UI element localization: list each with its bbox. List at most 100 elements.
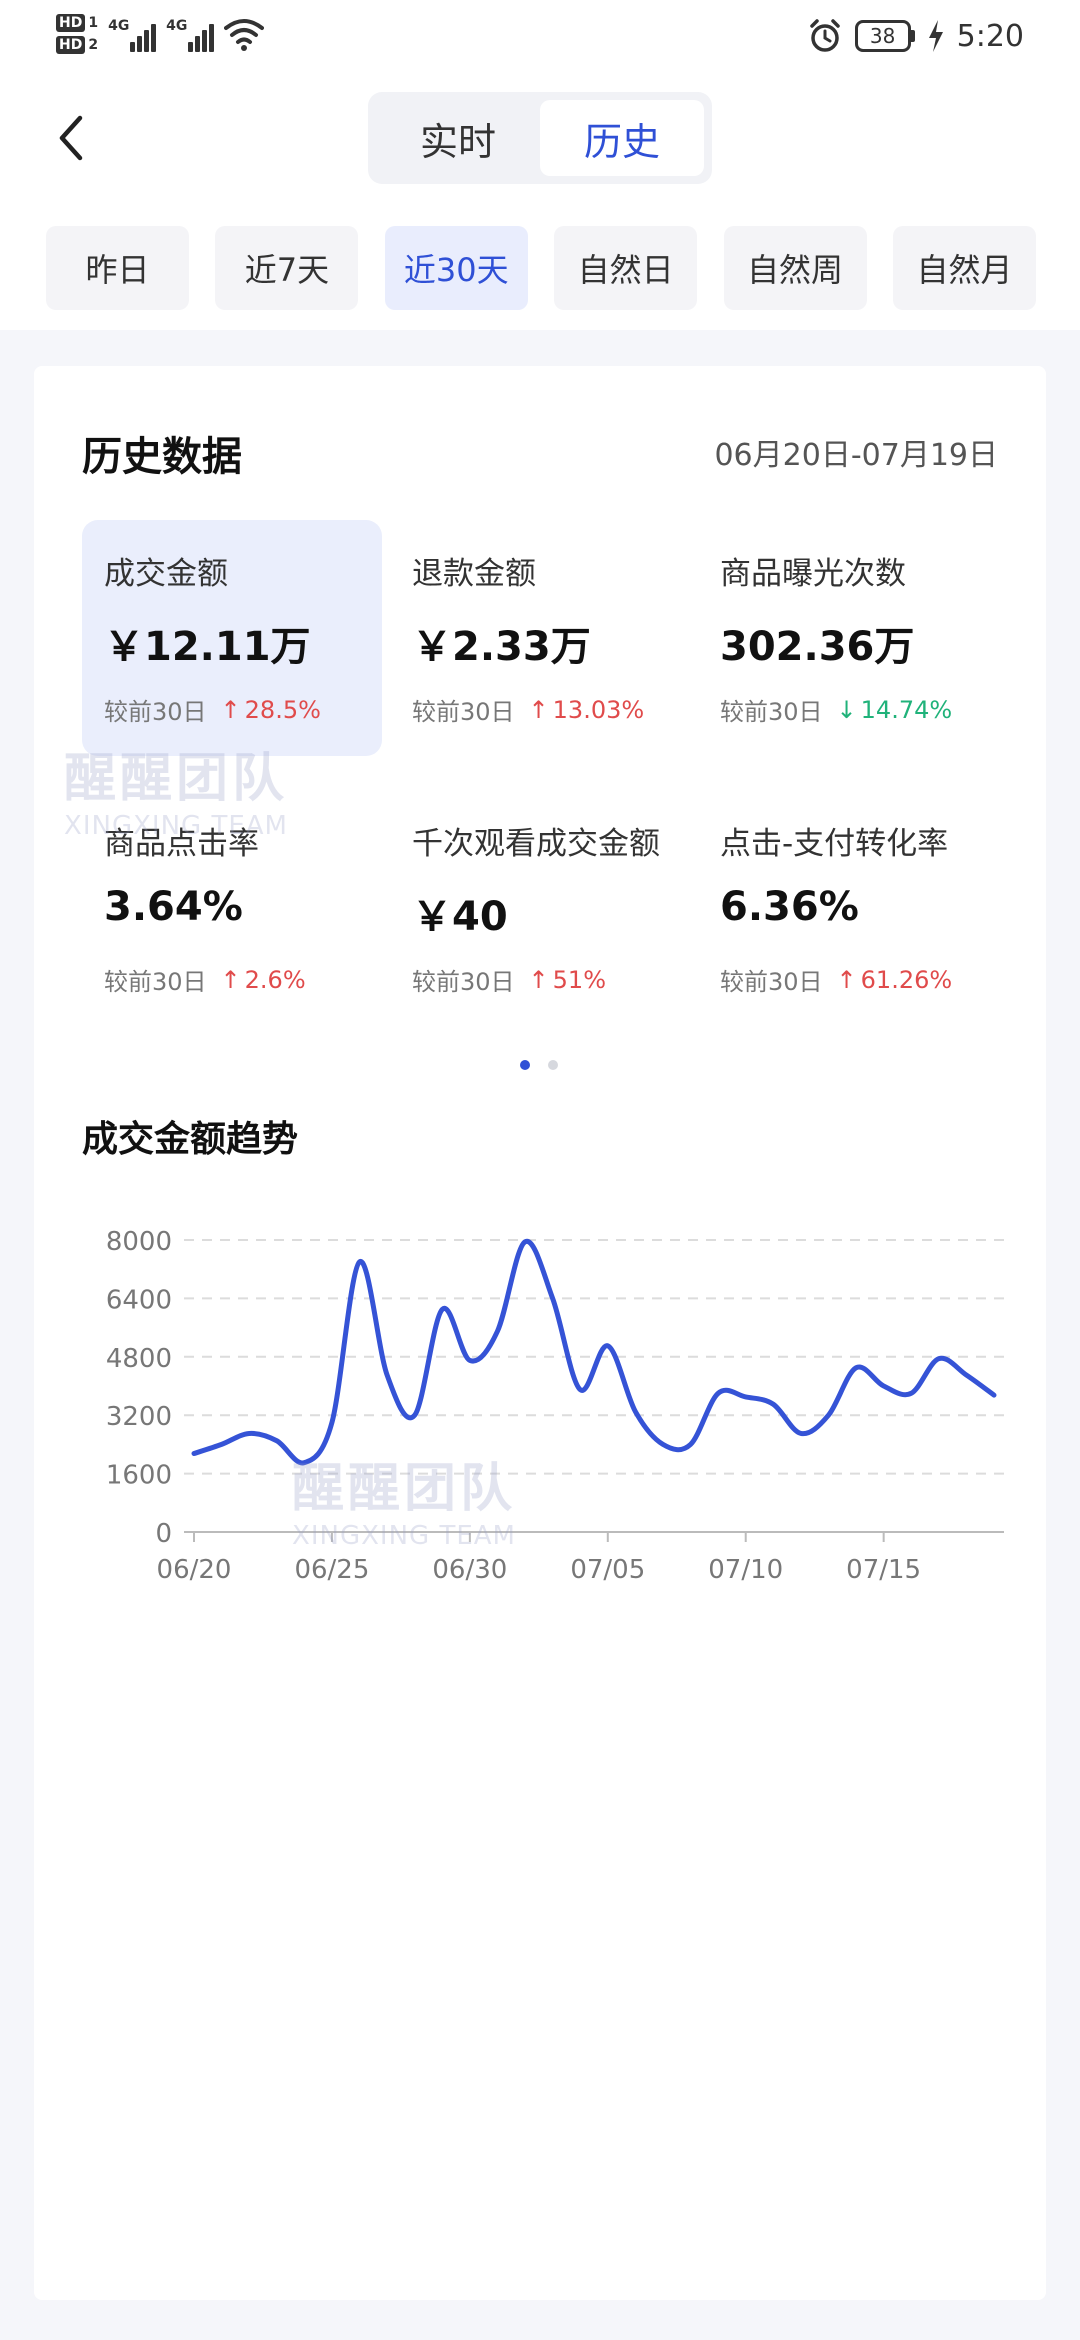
change-percent: 51% xyxy=(552,965,606,994)
y-tick-label: 0 xyxy=(155,1519,172,1549)
data-point xyxy=(852,1364,860,1372)
metric-value: ￥40 xyxy=(412,894,508,940)
status-right: 38 5:20 xyxy=(807,18,1024,54)
range-natural-week[interactable]: 自然周 xyxy=(723,226,867,310)
range-filter-bar: 昨日 近7天 近30天 自然日 自然周 自然月 xyxy=(46,226,1036,310)
x-tick-label: 06/20 xyxy=(157,1555,232,1585)
data-point xyxy=(411,1411,419,1419)
metric-label: 成交金额 xyxy=(104,556,228,592)
x-tick-label: 06/25 xyxy=(294,1555,369,1585)
data-point xyxy=(549,1294,557,1302)
change-percent: 28.5% xyxy=(244,695,321,724)
metric-label: 退款金额 xyxy=(412,556,536,592)
y-tick-label: 6400 xyxy=(106,1285,172,1315)
metric-label: 商品曝光次数 xyxy=(720,556,906,592)
data-point xyxy=(383,1371,391,1379)
change-percent: 14.74% xyxy=(860,695,953,724)
metric-gpm[interactable]: 千次观看成交金额 ￥40 较前30日 ↑ 51% xyxy=(390,790,690,1026)
trend-line-chart: 0 1600 3200 4800 6400 8000 06/20 06/25 06/30 07/0… xyxy=(106,1227,1004,1585)
signal-icon: 4G xyxy=(166,16,215,52)
x-tick-label: 07/10 xyxy=(708,1555,783,1585)
status-left: HD 1 HD 2 4G 4G xyxy=(56,14,265,54)
status-bar: HD 1 HD 2 4G 4G 38 5:20 xyxy=(0,0,1080,80)
metric-label: 点击-支付转化率 xyxy=(720,826,949,862)
hd-number: 1 xyxy=(88,15,99,31)
metric-value: 302.36万 xyxy=(720,624,915,670)
metric-value: 6.36% xyxy=(720,884,859,930)
compare-base: 较前30日 xyxy=(104,698,207,726)
data-point xyxy=(962,1371,970,1379)
alarm-icon xyxy=(809,19,840,52)
y-tick-label: 4800 xyxy=(106,1344,172,1374)
metric-value: ￥2.33万 xyxy=(412,624,591,670)
hd-indicator-2: HD 2 xyxy=(56,36,98,54)
range-natural-day[interactable]: 自然日 xyxy=(554,226,698,310)
x-tick-label: 07/05 xyxy=(570,1555,645,1585)
pager-dot[interactable] xyxy=(548,1060,558,1070)
network-type: 4G xyxy=(108,18,130,34)
back-button[interactable] xyxy=(50,110,90,166)
clock-time: 5:20 xyxy=(956,18,1024,54)
metric-compare: 较前30日 ↑ 13.03% xyxy=(412,692,644,727)
trend-title: 成交金额趋势 xyxy=(82,1119,299,1160)
data-point xyxy=(824,1411,832,1419)
data-point xyxy=(631,1408,639,1416)
metric-compare: 较前30日 ↑ 61.26% xyxy=(720,962,952,997)
date-range: 06月20日-07月19日 xyxy=(714,438,998,473)
section-title: 历史数据 xyxy=(82,434,242,480)
metric-value: ￥12.11万 xyxy=(104,624,311,670)
data-point xyxy=(604,1342,612,1350)
range-natural-month[interactable]: 自然月 xyxy=(892,226,1036,310)
data-point xyxy=(328,1419,336,1427)
metric-label: 商品点击率 xyxy=(104,826,259,862)
arrow-up-icon: ↑ xyxy=(220,965,241,994)
metric-compare: 较前30日 ↑ 28.5% xyxy=(104,692,321,727)
hd-number: 2 xyxy=(88,37,99,53)
range-7-days[interactable]: 近7天 xyxy=(215,226,359,310)
range-yesterday[interactable]: 昨日 xyxy=(46,226,189,310)
metric-compare: 较前30日 ↑ 2.6% xyxy=(104,962,306,997)
metric-impressions[interactable]: 商品曝光次数 302.36万 较前30日 ↓ 14.74% xyxy=(698,520,998,756)
series-line xyxy=(191,1239,997,1466)
chevron-left-icon xyxy=(59,115,83,161)
tab-history[interactable]: 历史 xyxy=(540,100,704,176)
data-point xyxy=(466,1356,474,1364)
arrow-up-icon: ↑ xyxy=(528,965,549,994)
tab-realtime[interactable]: 实时 xyxy=(376,100,540,176)
signal-icon: 4G xyxy=(108,16,157,52)
arrow-up-icon: ↑ xyxy=(528,695,549,724)
data-point xyxy=(990,1391,998,1399)
x-tick-label: 06/30 xyxy=(432,1555,507,1585)
arrow-up-icon: ↑ xyxy=(220,695,241,724)
network-type: 4G xyxy=(166,18,188,34)
battery-icon: 38 xyxy=(854,20,915,52)
arrow-up-icon: ↑ xyxy=(836,965,857,994)
hd-indicator-1: HD 1 xyxy=(56,14,98,32)
data-point xyxy=(438,1305,446,1313)
data-point xyxy=(907,1389,915,1397)
metric-refund[interactable]: 退款金额 ￥2.33万 较前30日 ↑ 13.03% xyxy=(390,520,690,756)
charging-icon xyxy=(928,20,943,52)
data-point xyxy=(300,1459,308,1467)
hd-indicators: HD 1 HD 2 xyxy=(56,14,98,54)
pager-dot[interactable] xyxy=(520,1060,530,1070)
metric-compare: 较前30日 ↑ 51% xyxy=(412,962,606,997)
compare-base: 较前30日 xyxy=(412,698,515,726)
range-30-days[interactable]: 近30天 xyxy=(384,226,528,310)
change-percent: 2.6% xyxy=(244,965,306,994)
metric-compare: 较前30日 ↓ 14.74% xyxy=(720,692,952,727)
data-point xyxy=(576,1386,584,1394)
data-point xyxy=(190,1450,198,1458)
metric-value: 3.64% xyxy=(104,884,243,930)
metric-conversion-rate[interactable]: 点击-支付转化率 6.36% 较前30日 ↑ 61.26% xyxy=(698,790,998,1026)
data-point xyxy=(797,1429,805,1437)
data-point xyxy=(880,1382,888,1390)
data-point xyxy=(356,1258,364,1266)
hd-label: HD xyxy=(56,14,86,32)
metric-gmv[interactable]: 成交金额 ￥12.11万 较前30日 ↑ 28.5% xyxy=(82,520,382,756)
pager-dots xyxy=(520,1060,558,1070)
compare-base: 较前30日 xyxy=(412,968,515,996)
data-point xyxy=(687,1440,695,1448)
metric-click-rate[interactable]: 商品点击率 3.64% 较前30日 ↑ 2.6% xyxy=(82,790,382,1026)
metric-label: 千次观看成交金额 xyxy=(412,826,660,862)
